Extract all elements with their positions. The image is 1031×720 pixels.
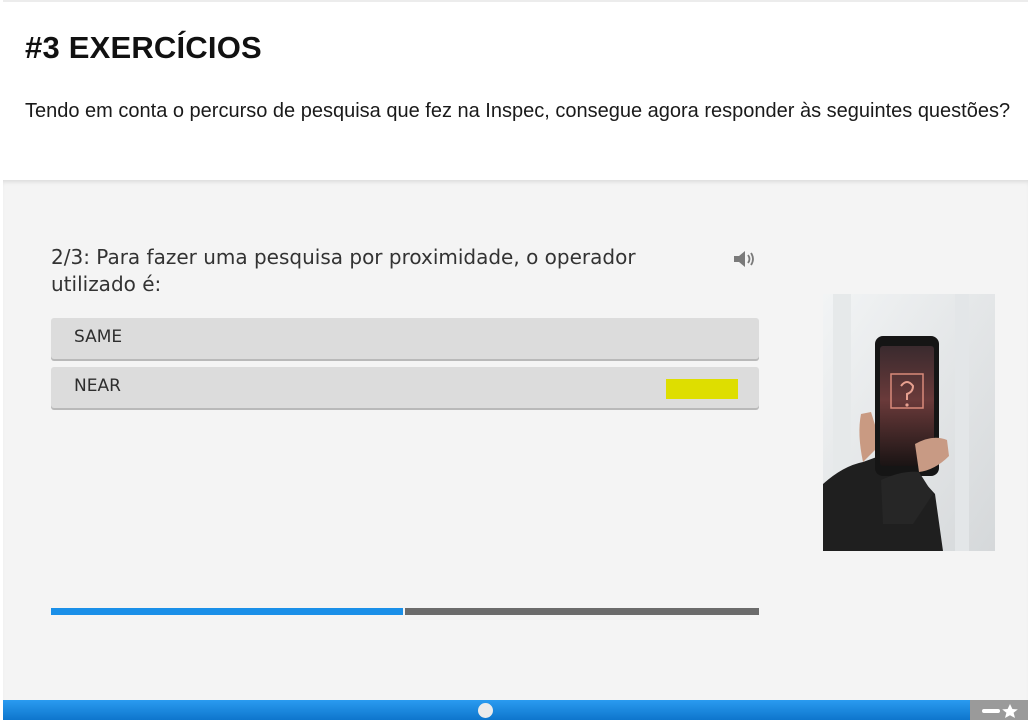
quiz-progress-bar <box>51 608 759 615</box>
question-text: 2/3: Para fazer uma pesquisa por proximi… <box>51 245 636 296</box>
answer-option-label: NEAR <box>74 376 121 396</box>
answer-option-label: SAME <box>74 327 123 347</box>
quiz-panel: 2/3: Para fazer uma pesquisa por proximi… <box>3 180 1028 700</box>
seek-handle[interactable] <box>478 703 493 718</box>
player-seek-bar[interactable] <box>3 700 1028 720</box>
quiz-progress-fill <box>51 608 405 615</box>
answer-option-near[interactable]: NEAR <box>51 367 759 408</box>
slide-header: #3 EXERCÍCIOS Tendo em conta o percurso … <box>3 2 1028 180</box>
phone-question-mark-image <box>823 294 995 551</box>
intro-text: Tendo em conta o percurso de pesquisa qu… <box>25 100 1011 122</box>
slide-frame: #3 EXERCÍCIOS Tendo em conta o percurso … <box>3 0 1028 720</box>
speaker-icon[interactable] <box>731 248 759 270</box>
key-star-icon[interactable] <box>970 700 1028 720</box>
highlight-marker <box>666 379 738 399</box>
page-title: #3 EXERCÍCIOS <box>25 30 262 65</box>
answer-option-same[interactable]: SAME <box>51 318 759 359</box>
